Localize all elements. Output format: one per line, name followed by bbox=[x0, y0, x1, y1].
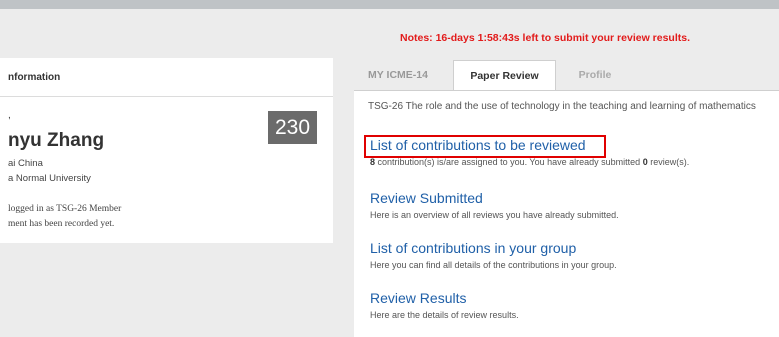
tab-profile[interactable]: Profile bbox=[570, 60, 620, 90]
tab-my-icme[interactable]: MY ICME-14 bbox=[364, 60, 432, 90]
top-banner bbox=[0, 0, 779, 9]
assigned-text: contribution(s) is/are assigned to you. … bbox=[375, 157, 643, 167]
tsg-title: TSG-26 The role and the use of technolog… bbox=[368, 101, 756, 112]
panel-divider bbox=[0, 96, 333, 97]
user-city: ai China bbox=[8, 158, 43, 169]
paper-review-panel: TSG-26 The role and the use of technolog… bbox=[354, 90, 779, 337]
tab-paper-review[interactable]: Paper Review bbox=[453, 60, 556, 92]
review-submitted-desc: Here is an overview of all reviews you h… bbox=[370, 210, 619, 220]
user-info-panel: nformation , nyu Zhang 230 ai China a No… bbox=[0, 58, 333, 243]
payment-note: ment has been recorded yet. bbox=[8, 219, 115, 229]
login-status: logged in as TSG-26 Member bbox=[8, 204, 122, 214]
group-contributions-link[interactable]: List of contributions in your group bbox=[370, 240, 576, 256]
review-results-desc: Here are the details of review results. bbox=[370, 310, 519, 320]
review-submitted-link[interactable]: Review Submitted bbox=[370, 190, 483, 206]
contributions-to-review-link[interactable]: List of contributions to be reviewed bbox=[370, 137, 586, 153]
user-university: a Normal University bbox=[8, 173, 91, 184]
deadline-notes: Notes: 16-days 1:58:43s left to submit y… bbox=[400, 32, 691, 44]
review-results-link[interactable]: Review Results bbox=[370, 290, 466, 306]
group-contributions-desc: Here you can find all details of the con… bbox=[370, 260, 617, 270]
contributions-to-review-desc: 8 contribution(s) is/are assigned to you… bbox=[370, 157, 689, 167]
user-id-badge: 230 bbox=[268, 111, 317, 144]
assigned-text-end: review(s). bbox=[647, 157, 690, 167]
user-name: nyu Zhang bbox=[8, 130, 105, 151]
panel-header: nformation bbox=[8, 72, 61, 83]
greeting: , bbox=[8, 110, 11, 121]
